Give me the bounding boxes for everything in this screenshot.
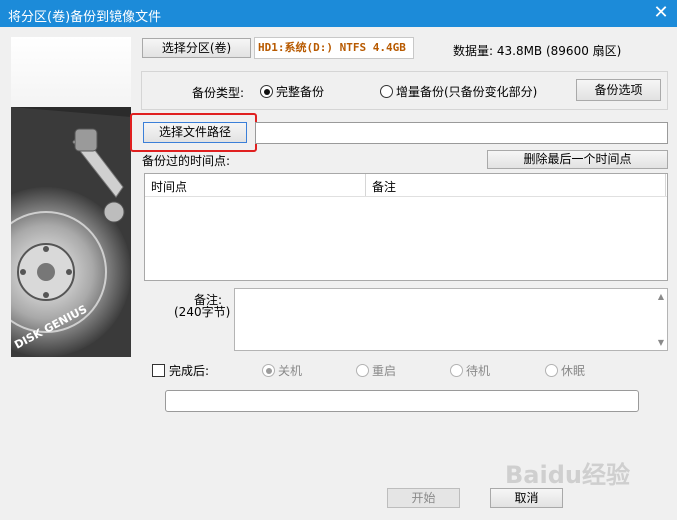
timepoints-label: 备份过的时间点:: [142, 154, 231, 168]
after-completion-label: 完成后:: [169, 364, 210, 378]
title-bar: 将分区(卷)备份到镜像文件 ✕: [0, 0, 677, 27]
standby-radio[interactable]: [450, 364, 463, 377]
column-divider[interactable]: [365, 174, 366, 196]
restart-label: 重启: [372, 364, 397, 378]
hibernate-option[interactable]: 休眠: [545, 362, 585, 379]
shutdown-radio[interactable]: [262, 364, 275, 377]
incremental-backup-option[interactable]: 增量备份(只备份变化部分): [380, 83, 537, 100]
after-completion-option[interactable]: 完成后:: [152, 362, 209, 379]
start-button[interactable]: 开始: [387, 488, 460, 508]
status-field: [165, 390, 639, 412]
disk-genius-graphic: DISK GENIUS: [11, 37, 131, 357]
note-textarea[interactable]: ▲ ▼: [234, 288, 668, 351]
full-backup-option[interactable]: 完整备份: [260, 83, 324, 100]
backup-options-button[interactable]: 备份选项: [576, 79, 661, 101]
column-header-note[interactable]: 备注: [372, 178, 396, 195]
hibernate-radio[interactable]: [545, 364, 558, 377]
scroll-down-icon[interactable]: ▼: [658, 338, 664, 347]
data-size-text: 数据量: 43.8MB (89600 扇区): [453, 44, 622, 58]
cancel-button[interactable]: 取消: [490, 488, 563, 508]
column-header-timepoint[interactable]: 时间点: [151, 178, 187, 195]
baidu-watermark: Baidu经验: [505, 461, 630, 489]
timepoints-list[interactable]: 时间点 备注: [144, 173, 668, 281]
restart-option[interactable]: 重启: [356, 362, 396, 379]
incremental-backup-radio[interactable]: [380, 85, 393, 98]
hibernate-label: 休眠: [561, 364, 586, 378]
delete-last-timepoint-button[interactable]: 删除最后一个时间点: [487, 150, 668, 169]
close-icon[interactable]: ✕: [649, 2, 673, 24]
shutdown-option[interactable]: 关机: [262, 362, 302, 379]
full-backup-label: 完整备份: [276, 85, 325, 99]
note-hint: (240字节): [174, 305, 231, 319]
hard-drive-icon: DISK GENIUS: [11, 107, 131, 357]
full-backup-radio[interactable]: [260, 85, 273, 98]
partition-info: HD1:系统(D:) NTFS 4.4GB: [254, 37, 414, 59]
timepoints-list-header: 时间点 备注: [145, 174, 667, 197]
incremental-backup-label: 增量备份(只备份变化部分): [396, 85, 538, 99]
window-title: 将分区(卷)备份到镜像文件: [8, 10, 162, 25]
select-partition-button[interactable]: 选择分区(卷): [142, 38, 251, 58]
file-path-input[interactable]: [255, 122, 668, 144]
select-file-path-button[interactable]: 选择文件路径: [143, 122, 247, 143]
column-divider[interactable]: [665, 174, 666, 196]
shutdown-label: 关机: [278, 364, 303, 378]
backup-type-label: 备份类型:: [192, 86, 245, 100]
standby-option[interactable]: 待机: [450, 362, 490, 379]
after-completion-checkbox[interactable]: [152, 364, 165, 377]
restart-radio[interactable]: [356, 364, 369, 377]
scroll-up-icon[interactable]: ▲: [658, 292, 664, 301]
standby-label: 待机: [466, 364, 491, 378]
